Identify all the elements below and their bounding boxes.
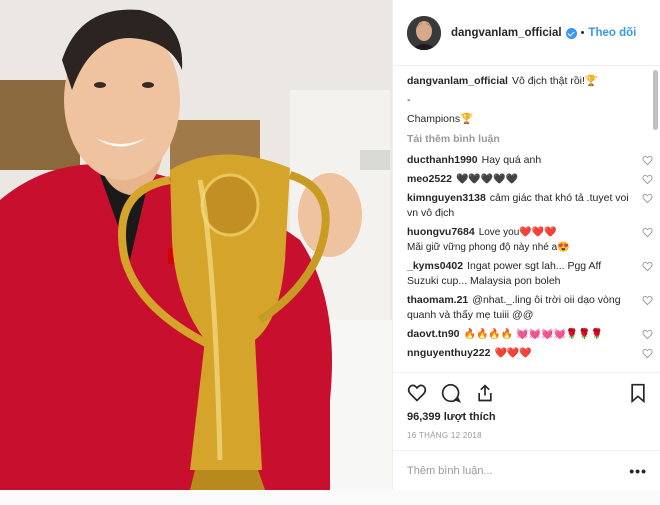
heart-icon[interactable] bbox=[642, 329, 653, 340]
caption-line: - bbox=[407, 93, 631, 108]
post-date: 16 THÁNG 12 2018 bbox=[407, 431, 482, 440]
post-actions: 96,399 lượt thích 16 THÁNG 12 2018 bbox=[393, 372, 660, 456]
caption-text-line2: - bbox=[407, 94, 411, 106]
comment-input[interactable] bbox=[407, 464, 630, 477]
comment-row: meo2522 🖤🖤🖤🖤🖤 bbox=[407, 172, 653, 187]
comment-username[interactable]: nnguyenthuy222 bbox=[407, 347, 490, 359]
heart-icon[interactable] bbox=[642, 193, 653, 204]
comment-row: ducthanh1990 Hay quá anh bbox=[407, 153, 653, 168]
comment-row: huongvu7684 Love you❤️❤️❤️ Mãi giữ vững p… bbox=[407, 225, 653, 255]
comment-row: thaomam.21 @nhat._.ling ôi trời oii dạo v… bbox=[407, 293, 653, 323]
caption: dangvanlam_official Vô địch thật rồi!🏆 bbox=[407, 74, 631, 89]
comment-text: Hay quá anh bbox=[481, 154, 542, 166]
comment-text: 🔥🔥🔥🔥 💓💓💓💓🌹🌹🌹 bbox=[463, 329, 604, 340]
comment-row: daovt.tn90 🔥🔥🔥🔥 💓💓💓💓🌹🌹🌹 bbox=[407, 327, 653, 342]
header-username[interactable]: dangvanlam_official bbox=[451, 27, 562, 39]
separator-dot: • bbox=[580, 26, 585, 39]
heart-icon[interactable] bbox=[407, 383, 427, 403]
comment-username[interactable]: meo2522 bbox=[407, 173, 452, 185]
share-icon[interactable] bbox=[475, 383, 495, 403]
action-icons bbox=[407, 381, 647, 405]
heart-icon[interactable] bbox=[642, 155, 653, 166]
comment-username[interactable]: huongvu7684 bbox=[407, 226, 475, 238]
caption-text-line3: Champions🏆 bbox=[407, 113, 474, 125]
caption-username[interactable]: dangvanlam_official bbox=[407, 75, 508, 87]
comments-list[interactable]: dangvanlam_official Vô địch thật rồi!🏆 - … bbox=[393, 66, 660, 372]
comment-row: _kyms0402 Ingat power sgt lah... Pgg Aff … bbox=[407, 259, 653, 289]
comment-username[interactable]: kimnguyen3138 bbox=[407, 192, 486, 204]
comments-scrollbar[interactable] bbox=[653, 70, 658, 370]
caption-line: Champions🏆 bbox=[407, 112, 631, 127]
heart-icon[interactable] bbox=[642, 174, 653, 185]
load-more-comments[interactable]: Tải thêm bình luận bbox=[407, 133, 631, 145]
comment-row: nnguyenthuy222 ❤️❤️❤️ bbox=[407, 346, 653, 361]
verified-badge-icon bbox=[565, 28, 577, 39]
follow-button[interactable]: Theo dõi bbox=[588, 27, 636, 39]
comment-username[interactable]: thaomam.21 bbox=[407, 294, 468, 306]
post-side-panel: dangvanlam_official • Theo dõi dangvanla… bbox=[392, 0, 660, 490]
comment-username[interactable]: _kyms0402 bbox=[407, 260, 463, 272]
bookmark-icon[interactable] bbox=[629, 383, 647, 403]
more-options-button[interactable]: ••• bbox=[629, 463, 647, 479]
heart-icon[interactable] bbox=[642, 261, 653, 272]
comment-icon[interactable] bbox=[441, 383, 461, 403]
add-comment-bar: ••• bbox=[393, 450, 660, 490]
comment-username[interactable]: daovt.tn90 bbox=[407, 328, 460, 340]
heart-icon[interactable] bbox=[642, 295, 653, 306]
avatar[interactable] bbox=[407, 15, 441, 50]
post-header: dangvanlam_official • Theo dõi bbox=[393, 0, 660, 66]
scrollbar-thumb[interactable] bbox=[653, 70, 658, 130]
post-photo[interactable] bbox=[0, 0, 392, 490]
heart-icon[interactable] bbox=[642, 227, 653, 238]
comment-text: 🖤🖤🖤🖤🖤 bbox=[455, 174, 519, 185]
caption-text-line1: Vô địch thật rồi!🏆 bbox=[511, 75, 598, 87]
likes-count[interactable]: 96,399 lượt thích bbox=[407, 411, 647, 423]
instagram-post: dangvanlam_official • Theo dõi dangvanla… bbox=[0, 0, 660, 505]
heart-icon[interactable] bbox=[642, 348, 653, 359]
comment-text: ❤️❤️❤️ bbox=[494, 348, 532, 359]
comment-row: kimnguyen3138 cảm giác that khó tả .tuyet… bbox=[407, 191, 653, 221]
comment-username[interactable]: ducthanh1990 bbox=[407, 154, 478, 166]
